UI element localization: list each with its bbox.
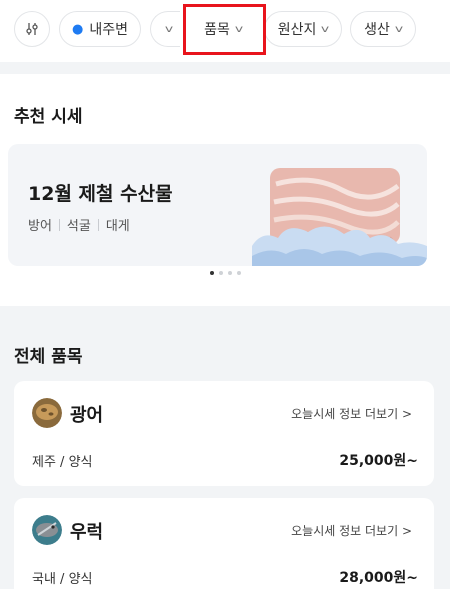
location-chip[interactable]: ● 내주변: [59, 11, 141, 47]
all-items-section: 전체 품목 광어 오늘시세 정보 더보기 > 제주 / 양식 25,000원~ …: [0, 318, 450, 589]
category-filter-chip[interactable]: 품목 v: [186, 11, 260, 47]
banner-tags: 방어 석굴 대게: [28, 215, 130, 234]
location-pin-icon: ●: [72, 21, 84, 37]
rockfish-avatar: [32, 515, 62, 545]
origin-filter-label: 원산지: [277, 22, 317, 38]
flatfish-avatar: [32, 398, 62, 428]
divider: [97, 218, 99, 231]
section-title: 전체 품목: [14, 347, 83, 367]
item-price: 28,000원~: [339, 570, 418, 586]
category-filter-label: 품목: [204, 22, 230, 38]
section-title: 추천 시세: [14, 107, 83, 127]
carousel-dot[interactable]: [227, 271, 232, 275]
production-filter-chip[interactable]: 생산 v: [350, 11, 416, 47]
filter-settings-button[interactable]: [14, 11, 50, 47]
sliders-icon: [26, 23, 38, 35]
banner-tag: 방어: [28, 219, 52, 234]
seasonal-banner[interactable]: 12월 제철 수산물 방어 석굴 대게: [8, 144, 427, 266]
chevron-down-icon: v: [164, 23, 173, 35]
recommended-section: 추천 시세 12월 제철 수산물 방어 석굴 대게: [0, 74, 450, 306]
item-card[interactable]: 우럭 오늘시세 정보 더보기 > 국내 / 양식 28,000원~: [14, 498, 434, 589]
location-label: 내주변: [89, 22, 128, 38]
more-info-link[interactable]: 오늘시세 정보 더보기 >: [291, 522, 412, 539]
banner-title: 12월 제철 수산물: [28, 183, 173, 205]
item-origin: 제주 / 양식: [32, 455, 93, 470]
carousel-dot[interactable]: [236, 271, 241, 275]
origin-filter-chip[interactable]: 원산지 v: [264, 11, 342, 47]
banner-tag: 석굴: [66, 219, 91, 234]
item-name: 우럭: [70, 522, 104, 543]
chevron-down-icon: v: [234, 23, 244, 35]
location-dropdown-button[interactable]: v: [150, 11, 180, 47]
carousel-indicator: [0, 271, 450, 275]
carousel-dot[interactable]: [218, 271, 223, 275]
banner-tag: 대게: [105, 219, 130, 234]
filter-bar: ● 내주변 v 품목 v 원산지 v 생산 v: [0, 0, 450, 62]
production-filter-label: 생산: [364, 22, 390, 38]
item-price: 25,000원~: [339, 453, 418, 469]
more-info-link[interactable]: 오늘시세 정보 더보기 >: [291, 405, 412, 422]
chevron-down-icon: v: [321, 23, 330, 35]
carousel-dot[interactable]: [209, 271, 214, 275]
divider: [58, 218, 60, 231]
chevron-down-icon: v: [394, 23, 404, 35]
item-name: 광어: [70, 405, 104, 426]
item-origin: 국내 / 양식: [32, 572, 93, 587]
item-card[interactable]: 광어 오늘시세 정보 더보기 > 제주 / 양식 25,000원~: [14, 381, 434, 486]
fish-fillet-image: [252, 168, 427, 266]
